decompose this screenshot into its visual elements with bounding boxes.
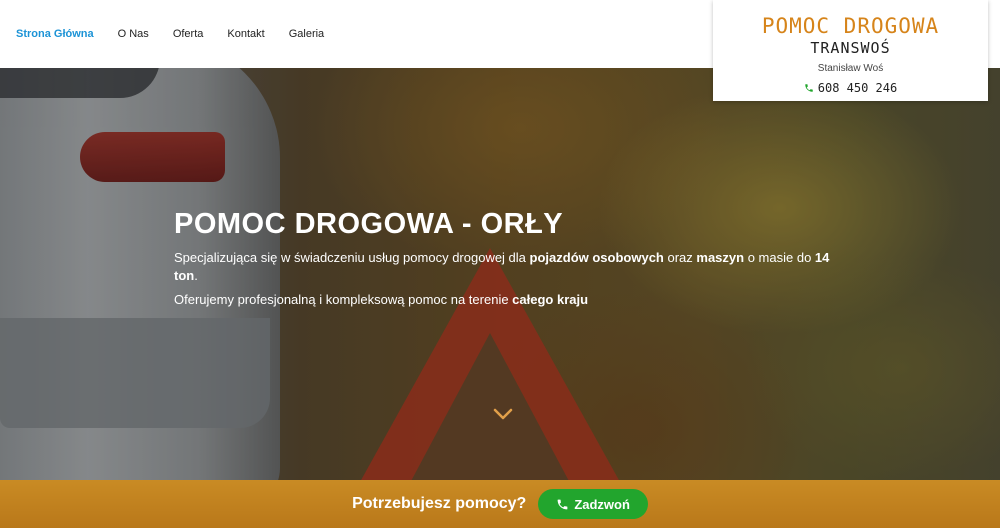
hero-coverage: Oferujemy profesjonalną i kompleksową po…: [174, 291, 834, 309]
hero-text-part: Oferujemy profesjonalną i kompleksową po…: [174, 292, 513, 307]
call-button[interactable]: Zadzwoń: [538, 489, 648, 519]
chevron-down-icon[interactable]: [492, 406, 514, 422]
hero-text-part: o masie do: [744, 250, 815, 265]
call-button-label: Zadzwoń: [574, 496, 630, 512]
hero-text-part: oraz: [663, 250, 697, 265]
company-logo-card[interactable]: POMOC DROGOWA TRANSWOŚ Stanisław Woś 608…: [713, 0, 988, 101]
hero-content: POMOC DROGOWA - ORŁY Specjalizująca się …: [174, 208, 834, 315]
phone-icon: [557, 499, 568, 509]
nav-item-home[interactable]: Strona Główna: [16, 28, 94, 40]
nav-item-contact[interactable]: Kontakt: [227, 28, 264, 40]
hero-text-part: .: [194, 268, 198, 283]
hero-text-bold-vehicles: pojazdów osobowych: [529, 250, 664, 265]
logo-phone-number: 608 450 246: [817, 81, 898, 95]
phone-icon: [805, 84, 813, 92]
hero-text-bold-machines: maszyn: [696, 250, 745, 265]
hero-section: POMOC DROGOWA - ORŁY Specjalizująca się …: [0, 68, 1000, 480]
logo-owner-name: Stanisław Woś: [817, 63, 884, 74]
hero-text-part: Specjalizująca się w świadczeniu usług p…: [174, 250, 530, 265]
hero-title: POMOC DROGOWA - ORŁY: [174, 208, 564, 240]
nav-item-gallery[interactable]: Galeria: [289, 28, 324, 40]
logo-title: POMOC DROGOWA: [761, 14, 940, 38]
logo-subtitle: TRANSWOŚ: [810, 39, 891, 57]
hero-text-bold-country: całego kraju: [512, 292, 589, 307]
hero-description: Specjalizująca się w świadczeniu usług p…: [174, 249, 834, 285]
nav-item-about[interactable]: O Nas: [118, 28, 149, 40]
call-to-action-bar: Potrzebujesz pomocy? Zadzwoń: [0, 480, 1000, 528]
nav-item-offer[interactable]: Oferta: [173, 28, 204, 40]
cta-text: Potrzebujesz pomocy?: [352, 495, 527, 512]
logo-phone[interactable]: 608 450 246: [804, 80, 897, 96]
